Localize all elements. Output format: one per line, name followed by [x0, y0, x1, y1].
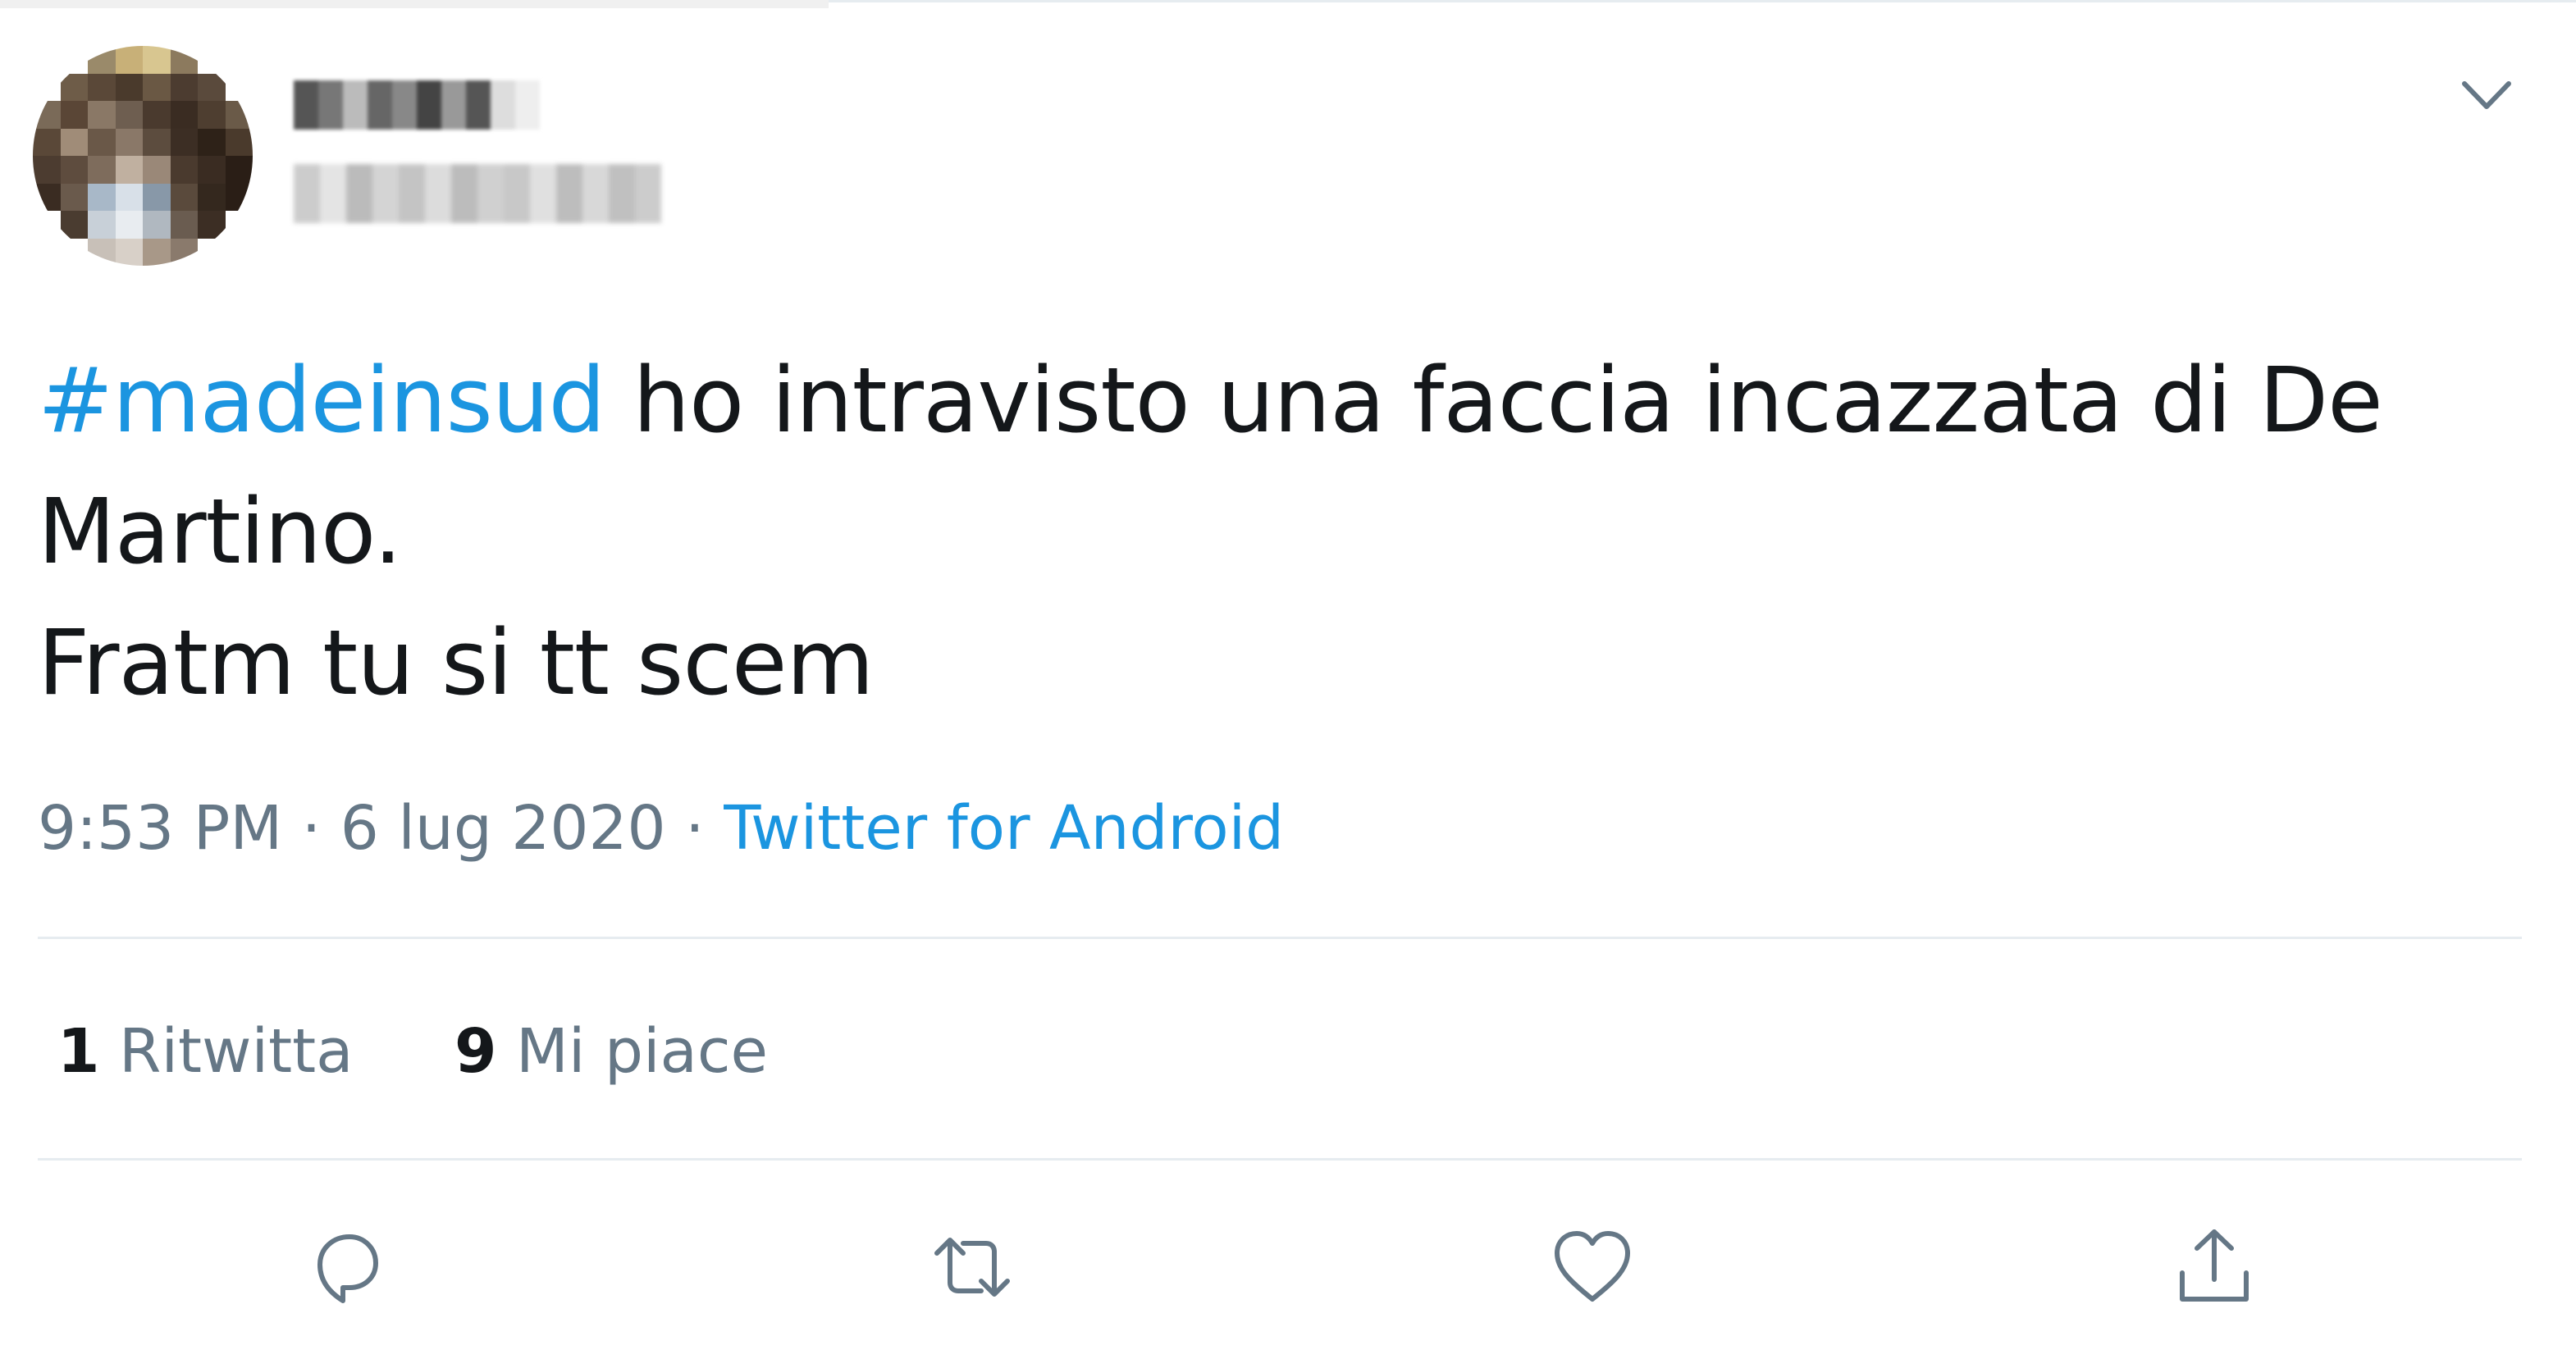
author-handle-redacted[interactable]: [294, 164, 661, 223]
retweet-count: 1: [57, 1016, 100, 1087]
heart-icon: [1555, 1231, 1630, 1302]
author-name-redacted[interactable]: [294, 80, 661, 130]
tweet-card: #madeinsud ho intravisto una faccia inca…: [0, 0, 2576, 1368]
tweet-text-line-1: ho intravisto una faccia incazzata di De: [605, 348, 2383, 453]
tweet-source-link[interactable]: Twitter for Android: [724, 793, 1284, 864]
avatar[interactable]: [33, 46, 253, 266]
tweet-date[interactable]: 6 lug 2020: [340, 793, 666, 864]
reply-icon: [317, 1234, 378, 1303]
share-icon: [2180, 1229, 2249, 1302]
like-stat[interactable]: 9 Mi piace: [454, 1016, 768, 1087]
hashtag-link[interactable]: #madeinsud: [38, 348, 605, 453]
retweet-icon: [934, 1238, 1010, 1297]
retweet-stat[interactable]: 1 Ritwitta: [57, 1016, 353, 1087]
share-button[interactable]: [2169, 1222, 2259, 1312]
tweet-text-line-3: Fratm tu si tt scem: [38, 610, 875, 715]
tweet-time[interactable]: 9:53 PM: [38, 793, 282, 864]
tweet-stats: 1 Ritwitta 9 Mi piace: [57, 1010, 850, 1092]
divider: [38, 1158, 2522, 1161]
like-count: 9: [454, 1016, 497, 1087]
divider: [38, 937, 2522, 939]
top-edge: [0, 0, 829, 8]
tweet-meta: 9:53 PM · 6 lug 2020 · Twitter for Andro…: [38, 787, 1284, 869]
chevron-down-icon[interactable]: [2458, 75, 2515, 116]
top-border: [829, 0, 2576, 2]
meta-separator: ·: [665, 793, 724, 864]
tweet-line-1: #madeinsud ho intravisto una faccia inca…: [38, 335, 2499, 466]
like-button[interactable]: [1547, 1222, 1637, 1312]
retweet-label: Ritwitta: [119, 1016, 354, 1087]
retweet-button[interactable]: [927, 1222, 1017, 1312]
author-name-block[interactable]: [294, 80, 661, 223]
like-label: Mi piace: [516, 1016, 769, 1087]
reply-button[interactable]: [302, 1222, 392, 1312]
tweet-text: #madeinsud ho intravisto una faccia inca…: [38, 335, 2499, 728]
tweet-text-line-2: Martino.: [38, 479, 402, 584]
meta-separator: ·: [282, 793, 340, 864]
